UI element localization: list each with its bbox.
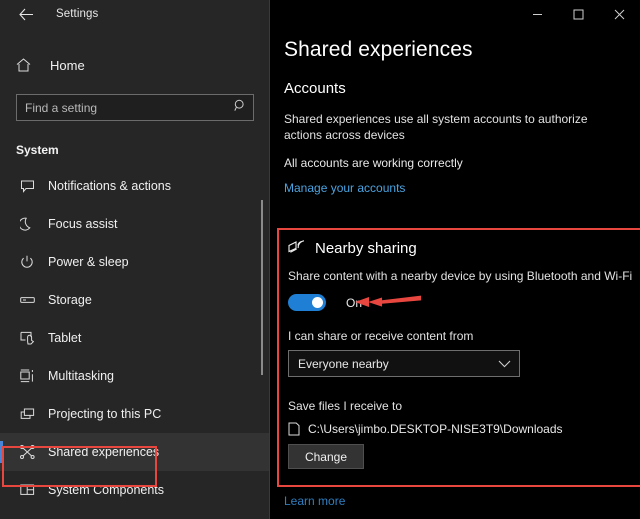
share-from-label: I can share or receive content from [288, 329, 474, 343]
accounts-status: All accounts are working correctly [284, 156, 463, 171]
sidebar-item-tablet[interactable]: Tablet [0, 319, 270, 357]
close-icon[interactable] [599, 0, 640, 28]
sidebar-item-projecting-label: Projecting to this PC [48, 407, 162, 421]
minimize-icon[interactable] [517, 0, 558, 28]
nearby-sharing-toggle[interactable] [288, 294, 326, 311]
projecting-icon [16, 408, 38, 421]
sidebar-item-shared-experiences-label: Shared experiences [48, 445, 160, 459]
storage-icon [16, 295, 38, 305]
share-from-dropdown[interactable]: Everyone nearby [288, 350, 520, 377]
settings-window: Settings Home System [0, 0, 640, 519]
sidebar-item-home[interactable]: Home [0, 48, 270, 82]
toggle-knob [312, 297, 323, 308]
sidebar-item-storage-label: Storage [48, 293, 92, 307]
titlebar: Settings [0, 0, 270, 28]
nearby-sharing-title: Nearby sharing [315, 240, 417, 257]
nearby-sharing-icon [288, 240, 307, 257]
sidebar: Settings Home System [0, 0, 270, 519]
sidebar-item-multitasking-label: Multitasking [48, 369, 114, 383]
sidebar-section-label: System [16, 143, 59, 157]
nearby-sharing-title-row: Nearby sharing [288, 240, 640, 257]
save-files-label: Save files I receive to [288, 399, 403, 413]
sidebar-item-shared-experiences[interactable]: Shared experiences [0, 433, 270, 471]
sidebar-item-system-components[interactable]: System Components [0, 471, 270, 509]
sidebar-item-storage[interactable]: Storage [0, 281, 270, 319]
search-input[interactable] [16, 94, 254, 121]
shared-experiences-icon [16, 445, 38, 459]
sidebar-item-home-label: Home [50, 57, 85, 73]
sidebar-item-system-components-label: System Components [48, 483, 165, 497]
sidebar-nav-list: Notifications & actions Focus assist Pow… [0, 167, 270, 509]
sidebar-item-projecting[interactable]: Projecting to this PC [0, 395, 270, 433]
notification-icon [16, 179, 38, 193]
content-body: Shared experiences Accounts Shared exper… [270, 0, 640, 197]
sidebar-item-power-sleep[interactable]: Power & sleep [0, 243, 270, 281]
change-folder-button[interactable]: Change [288, 444, 364, 469]
home-icon [16, 58, 38, 72]
maximize-icon[interactable] [558, 0, 599, 28]
nearby-sharing-description: Share content with a nearby device by us… [288, 269, 633, 283]
nearby-sharing-toggle-row: On [288, 294, 640, 311]
moon-icon [16, 217, 38, 231]
sidebar-item-notifications[interactable]: Notifications & actions [0, 167, 270, 205]
accounts-description: Shared experiences use all system accoun… [284, 112, 588, 143]
accounts-heading: Accounts [284, 80, 346, 97]
app-title: Settings [56, 8, 99, 20]
components-icon [16, 484, 38, 496]
learn-more-link[interactable]: Learn more [284, 494, 345, 508]
tablet-icon [16, 331, 38, 345]
nearby-sharing-group: Nearby sharing Share content with a near… [277, 228, 640, 487]
share-from-selected-value: Everyone nearby [298, 356, 389, 371]
sidebar-item-focus-assist[interactable]: Focus assist [0, 205, 270, 243]
nearby-sharing-toggle-label: On [346, 295, 363, 310]
power-icon [16, 255, 38, 269]
save-files-path: C:\Users\jimbo.DESKTOP-NISE3T9\Downloads [308, 422, 563, 436]
search-box [16, 94, 254, 121]
sidebar-item-power-sleep-label: Power & sleep [48, 255, 129, 269]
sidebar-scrollbar[interactable] [261, 200, 263, 375]
sidebar-item-multitasking[interactable]: Multitasking [0, 357, 270, 395]
chevron-down-icon [498, 360, 511, 368]
sidebar-item-notifications-label: Notifications & actions [48, 179, 171, 193]
sidebar-item-focus-assist-label: Focus assist [48, 217, 118, 231]
back-arrow-icon[interactable] [12, 3, 40, 25]
folder-icon [288, 422, 300, 436]
main-content: Shared experiences Accounts Shared exper… [270, 0, 640, 519]
multitasking-icon [16, 369, 38, 383]
page-title: Shared experiences [284, 38, 473, 61]
save-files-path-row: C:\Users\jimbo.DESKTOP-NISE3T9\Downloads [288, 422, 640, 436]
manage-accounts-link[interactable]: Manage your accounts [284, 181, 405, 195]
window-controls [517, 0, 640, 28]
sidebar-item-tablet-label: Tablet [48, 331, 82, 345]
